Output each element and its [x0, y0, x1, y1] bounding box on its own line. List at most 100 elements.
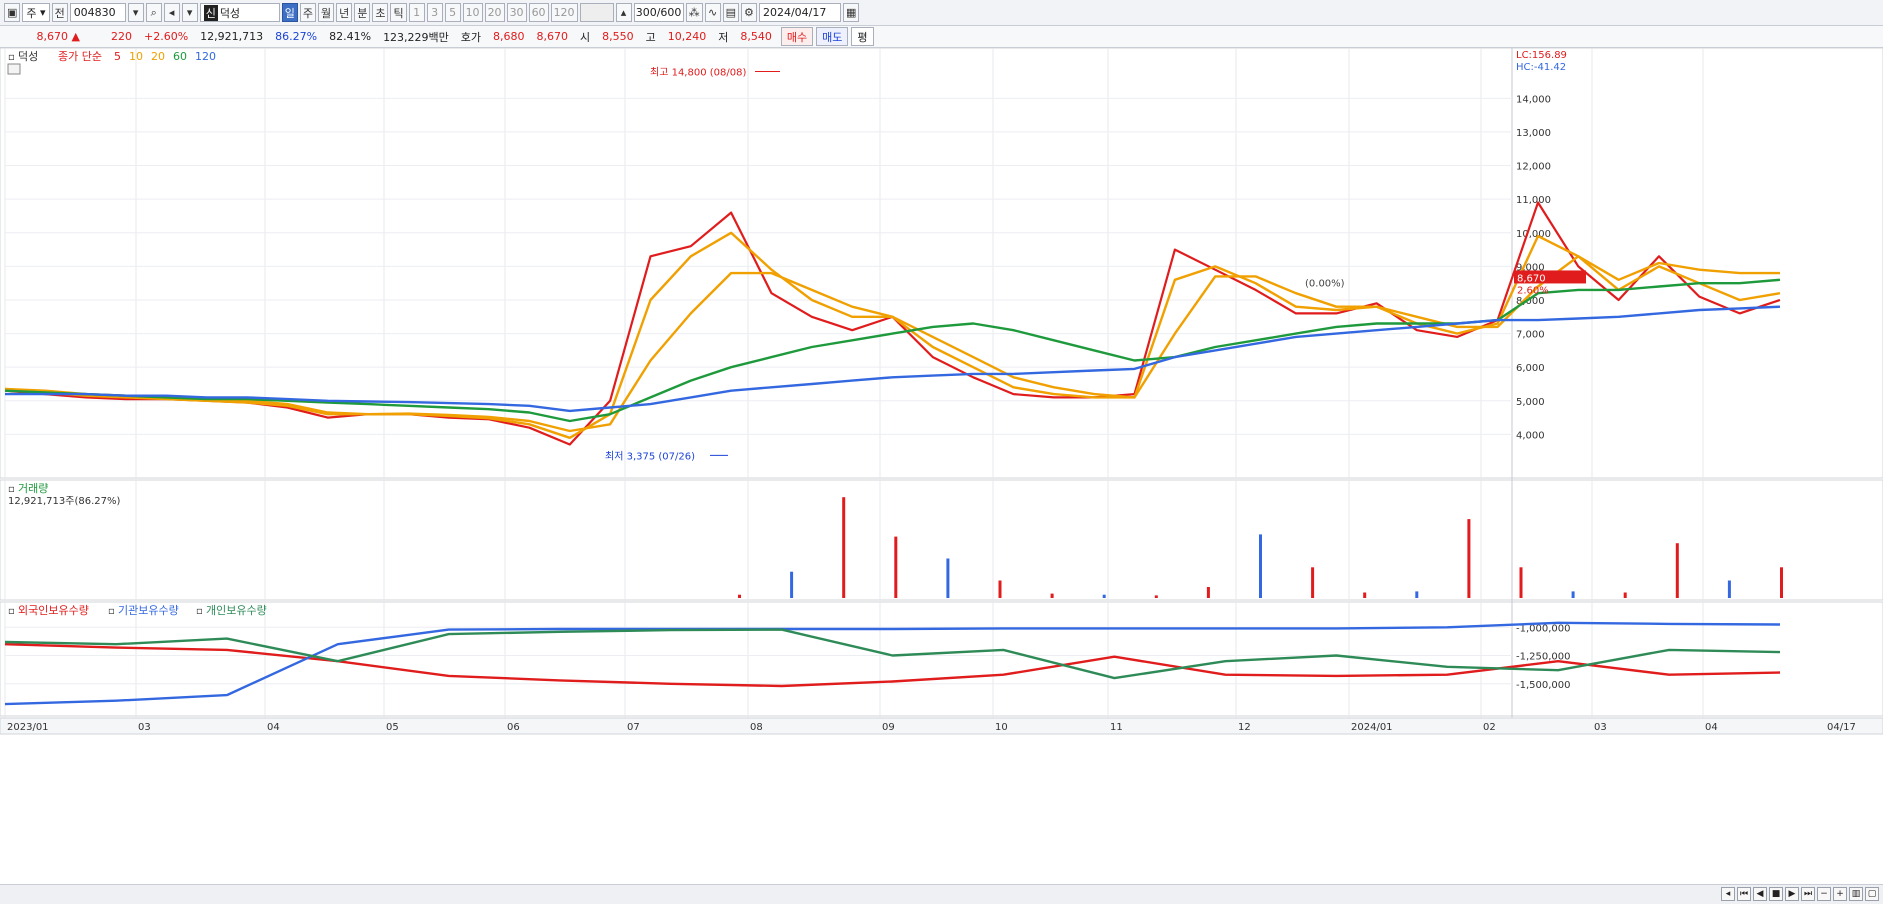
holding-legend-icon: ▫ — [108, 606, 115, 617]
price-axis-label: 11,000 — [1516, 195, 1551, 206]
low-label: 저 — [718, 30, 729, 44]
sell-button[interactable]: 매도 — [816, 27, 849, 46]
panel-frame-1 — [0, 48, 1883, 479]
x-axis-label: 03 — [138, 722, 151, 733]
scroll-prev-icon[interactable]: ◀ — [1753, 887, 1767, 901]
high-price-annotation: 최고 14,800 (08/08) — [650, 66, 746, 78]
chart-settings-icon[interactable]: ⁂ — [685, 3, 703, 22]
ma-period-20-legend: 20 — [151, 50, 165, 63]
x-axis-label: 03 — [1594, 722, 1607, 733]
stop-icon[interactable]: ■ — [1769, 887, 1783, 901]
current-price-tag-text: 8,670 — [1517, 273, 1546, 284]
ask-price-2: 8,670 — [536, 30, 569, 43]
period-minute-button[interactable]: 분 — [354, 3, 371, 22]
volume-bar — [1727, 580, 1731, 598]
type-select[interactable]: 전 — [51, 3, 68, 22]
date-input[interactable]: 2024/04/17 — [758, 3, 841, 22]
ma-period-5-legend: 5 — [114, 50, 121, 63]
market-select[interactable]: 주 ▾ — [22, 3, 50, 22]
period-second-button[interactable]: 초 — [372, 3, 389, 22]
volume-bar — [1467, 519, 1471, 598]
code-dropdown-icon[interactable]: ▾ — [127, 3, 144, 22]
interval-1-button[interactable]: 1 — [408, 3, 425, 22]
ask-label: 호가 — [460, 30, 482, 44]
calendar-icon[interactable]: ▦ — [842, 3, 860, 22]
mid-annotation: (0.00%) — [1305, 279, 1345, 290]
gear-icon[interactable]: ⚙ — [740, 3, 757, 22]
screen-icon[interactable]: ▣ — [4, 3, 21, 22]
fullscreen-icon[interactable]: ▢ — [1865, 887, 1879, 901]
volume-bar — [738, 594, 741, 598]
interval-3-button[interactable]: 3 — [426, 3, 443, 22]
chart-navigation-bar: ◂ ⏮ ◀ ■ ▶ ⏭ − + ▥ ▢ — [0, 884, 1883, 904]
current-pct-tag-text: 2.60% — [1517, 285, 1549, 296]
panel-toggle-icon: ▫ — [8, 52, 15, 63]
x-axis-label: 10 — [995, 722, 1008, 733]
scroll-left-icon[interactable]: ◂ — [1721, 887, 1735, 901]
volume-bar — [842, 497, 846, 598]
holding-legend-3: 개인보유수량 — [206, 604, 267, 617]
price-axis-label: 7,000 — [1516, 330, 1545, 341]
data-count-input[interactable]: 300/600 — [633, 3, 684, 22]
split-icon[interactable]: ▥ — [1849, 887, 1863, 901]
ma-period-10-legend: 10 — [129, 50, 143, 63]
scroll-next-icon[interactable]: ▶ — [1785, 887, 1799, 901]
ma-period-120-legend: 120 — [195, 50, 216, 63]
open-label: 시 — [580, 30, 591, 44]
scroll-first-icon[interactable]: ⏮ — [1737, 887, 1751, 901]
evaluate-button[interactable]: 평 — [851, 27, 874, 46]
main-stock-label: 덕성 — [18, 50, 38, 63]
interval-custom-input[interactable] — [579, 3, 614, 22]
ma-indicator-label: 종가 단순 — [58, 50, 102, 63]
period-tick-button[interactable]: 틱 — [390, 3, 407, 22]
volume-toggle-icon: ▫ — [8, 484, 15, 495]
grid-toggle-icon[interactable] — [7, 63, 21, 75]
scroll-last-icon[interactable]: ⏭ — [1801, 887, 1815, 901]
trade-amount: 123,229백만 — [383, 30, 449, 44]
period-day-button[interactable]: 일 — [281, 3, 298, 22]
period-year-button[interactable]: 년 — [336, 3, 353, 22]
volume-bar — [1675, 543, 1679, 598]
buy-button[interactable]: 매수 — [780, 27, 814, 46]
interval-10-button[interactable]: 10 — [462, 3, 483, 22]
period-month-button[interactable]: 월 — [317, 3, 335, 22]
stock-name-field[interactable]: 신 덕성 — [199, 3, 280, 22]
turnover-rate: 82.41% — [329, 30, 372, 43]
volume-summary: 12,921,713주(86.27%) — [8, 496, 120, 507]
x-axis-label: 04/17 — [1827, 722, 1856, 733]
history-icon[interactable]: ◂ — [163, 3, 180, 22]
stock-chart-area[interactable]: 4,0005,0006,0007,0008,0009,00010,00011,0… — [0, 48, 1883, 884]
price-axis-label: 12,000 — [1516, 162, 1551, 173]
interval-5-button[interactable]: 5 — [444, 3, 461, 22]
x-axis-label: 2024/01 — [1351, 722, 1393, 733]
volume-bar — [1154, 595, 1158, 598]
zoom-in-icon[interactable]: + — [1833, 887, 1847, 901]
volume-bar — [1780, 567, 1783, 598]
x-axis-label: 06 — [507, 722, 520, 733]
x-axis-label: 08 — [750, 722, 763, 733]
high-price: 10,240 — [667, 30, 707, 43]
save-icon[interactable]: ▤ — [722, 3, 739, 22]
interval-60-button[interactable]: 60 — [528, 3, 549, 22]
draw-icon[interactable]: ∿ — [704, 3, 721, 22]
zoom-out-icon[interactable]: − — [1817, 887, 1831, 901]
history-dropdown-icon[interactable]: ▾ — [181, 3, 198, 22]
x-axis-label: 2023/01 — [7, 722, 49, 733]
holding-legend-icon: ▫ — [196, 606, 203, 617]
period-week-button[interactable]: 주 — [299, 3, 316, 22]
volume-bar — [1102, 594, 1106, 598]
quote-bar: 8,670 ▲ 220 +2.60% 12,921,713 86.27% 82.… — [0, 26, 1883, 48]
holding-legend-icon: ▫ — [8, 606, 15, 617]
current-price: 8,670 ▲ — [36, 30, 80, 43]
hc-label: HC:-41.42 — [1516, 62, 1566, 73]
ma-period-60-legend: 60 — [173, 50, 187, 63]
stock-code-input[interactable]: 004830 — [69, 3, 126, 22]
search-icon[interactable]: ⌕ — [145, 3, 162, 22]
interval-spin-icon[interactable]: ▴ — [615, 3, 632, 22]
interval-120-button[interactable]: 120 — [550, 3, 578, 22]
interval-20-button[interactable]: 20 — [484, 3, 505, 22]
market-select-label: 주 — [26, 6, 37, 20]
interval-30-button[interactable]: 30 — [506, 3, 527, 22]
x-axis-label: 02 — [1483, 722, 1496, 733]
volume-bar — [790, 571, 794, 598]
